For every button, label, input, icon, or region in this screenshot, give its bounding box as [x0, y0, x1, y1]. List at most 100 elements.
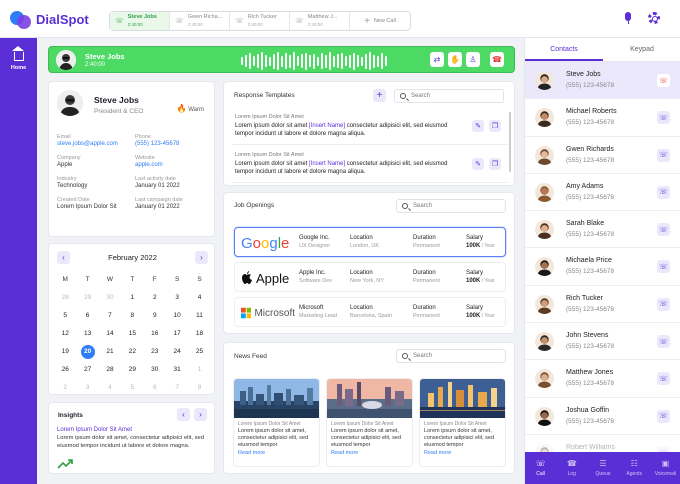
calendar-day[interactable]: 4: [188, 290, 210, 305]
calendar-day[interactable]: 7: [99, 308, 121, 323]
news-card[interactable]: Lorem Ipsum Dolor Sit Amet Lorem ipsum do…: [326, 378, 413, 467]
calendar-day[interactable]: 7: [166, 380, 188, 395]
detail-value[interactable]: (555) 123-45678: [135, 141, 207, 147]
job-row[interactable]: Apple Apple Inc. Software Dev Location New Y…: [234, 262, 506, 292]
calendar-day[interactable]: 18: [188, 326, 210, 341]
call-button[interactable]: ☏: [657, 409, 670, 423]
news-card[interactable]: Lorem Ipsum Dolor Sit Amet Lorem ipsum do…: [233, 378, 320, 467]
calendar-day[interactable]: 29: [76, 290, 98, 305]
contact-item[interactable]: John Stevens (555) 123-45678 ☏: [525, 323, 680, 361]
call-button[interactable]: ☏: [657, 185, 670, 199]
add-template-button[interactable]: +: [373, 89, 386, 102]
contact-item[interactable]: Matthew Jones (555) 123-45678 ☏: [525, 360, 680, 398]
call-button[interactable]: ☏: [657, 111, 670, 125]
calendar-day[interactable]: 2: [144, 290, 166, 305]
nav-item-agents[interactable]: ☷ Agents: [619, 452, 650, 484]
tab-contacts[interactable]: Contacts: [525, 38, 603, 61]
calendar-day[interactable]: 6: [144, 380, 166, 395]
calendar-day[interactable]: 5: [54, 308, 76, 323]
calendar-day[interactable]: 3: [166, 290, 188, 305]
end-call-button[interactable]: ☏: [657, 74, 670, 87]
contact-item[interactable]: Sarah Blake (555) 123-45678 ☏: [525, 211, 680, 249]
calendar-day[interactable]: 30: [144, 362, 166, 377]
read-more-link[interactable]: Read more: [420, 450, 505, 456]
job-row[interactable]: Microsoft Microsoft Marketing Lead Location…: [234, 297, 506, 327]
new-call-button[interactable]: + New Call: [350, 12, 410, 30]
calendar-day[interactable]: 5: [121, 380, 143, 395]
call-button[interactable]: ☏: [657, 223, 670, 237]
call-button[interactable]: ☏: [657, 335, 670, 349]
calendar-day[interactable]: 9: [144, 308, 166, 323]
call-tab[interactable]: ☏ Steve Jobs 2:40:00: [110, 12, 170, 30]
calendar-day[interactable]: 17: [166, 326, 188, 341]
insights-next-button[interactable]: ›: [194, 408, 207, 421]
calendar-day[interactable]: 3: [76, 380, 98, 395]
calendar-day[interactable]: 16: [144, 326, 166, 341]
calendar-day[interactable]: 28: [99, 362, 121, 377]
scrollbar[interactable]: [509, 112, 511, 172]
detail-value[interactable]: steve.jobs@apple.com: [57, 141, 135, 147]
read-more-link[interactable]: Read more: [327, 450, 412, 456]
contact-item[interactable]: Rich Tucker (555) 123-45678 ☏: [525, 286, 680, 324]
contact-item[interactable]: Steve Jobs (555) 123-45678 ☏: [525, 62, 680, 100]
calendar-day[interactable]: 14: [99, 326, 121, 341]
calendar-day[interactable]: 13: [76, 326, 98, 341]
calendar-day[interactable]: 2: [54, 380, 76, 395]
nav-item-log[interactable]: ☎ Log: [556, 452, 587, 484]
calendar-day[interactable]: 28: [54, 290, 76, 305]
calendar-day[interactable]: 12: [54, 326, 76, 341]
nav-item-voicemail[interactable]: ▣ Voicemail: [650, 452, 680, 484]
calendar-day[interactable]: 11: [188, 308, 210, 323]
tab-keypad[interactable]: Keypad: [603, 38, 680, 61]
contact-item[interactable]: Michael Roberts (555) 123-45678 ☏: [525, 99, 680, 137]
call-button[interactable]: ☏: [657, 372, 670, 386]
calendar-day[interactable]: 27: [76, 362, 98, 377]
nav-item-queue[interactable]: ☰ Queue: [587, 452, 618, 484]
calendar-day[interactable]: 4: [99, 380, 121, 395]
calendar-day[interactable]: 1: [188, 362, 210, 377]
contact-item[interactable]: Joshua Goffin (555) 123-45678 ☏: [525, 398, 680, 435]
calendar-day[interactable]: 1: [121, 290, 143, 305]
copy-template-button[interactable]: ❐: [489, 120, 501, 132]
calendar-day[interactable]: 30: [99, 290, 121, 305]
call-tab[interactable]: ☏ Rich Tucker 2:40:00: [230, 12, 290, 30]
calendar-day[interactable]: 15: [121, 326, 143, 341]
contact-item[interactable]: Gwen Richards (555) 123-45678 ☏: [525, 137, 680, 174]
settings-gear-icon[interactable]: [648, 12, 660, 24]
calendar-day[interactable]: 25: [188, 344, 210, 359]
sidebar-item-home[interactable]: Home: [0, 46, 37, 71]
microphone-icon[interactable]: [624, 12, 632, 24]
calendar-day[interactable]: 6: [76, 308, 98, 323]
insights-prev-button[interactable]: ‹: [177, 408, 190, 421]
contact-item[interactable]: Michaela Price (555) 123-45678 ☏: [525, 248, 680, 286]
calendar-day[interactable]: 20: [76, 344, 98, 359]
call-button[interactable]: ☏: [657, 260, 670, 274]
calendar-day[interactable]: 19: [54, 344, 76, 359]
edit-template-button[interactable]: ✎: [472, 158, 484, 170]
calendar-day[interactable]: 8: [121, 308, 143, 323]
copy-template-button[interactable]: ❐: [489, 158, 501, 170]
contact-item[interactable]: Amy Adams (555) 123-45678 ☏: [525, 174, 680, 212]
call-button[interactable]: ☏: [657, 297, 670, 311]
edit-template-button[interactable]: ✎: [472, 120, 484, 132]
call-tab[interactable]: ☏ Gwen Richa... 2:40:00: [170, 12, 230, 30]
news-card[interactable]: Lorem Ipsum Dolor Sit Amet Lorem ipsum do…: [419, 378, 506, 467]
nav-item-call[interactable]: ☏ Call: [525, 452, 556, 484]
calendar-day[interactable]: 8: [188, 380, 210, 395]
detail-value[interactable]: apple.com: [135, 162, 207, 168]
read-more-link[interactable]: Read more: [234, 450, 319, 456]
person-button[interactable]: ♙: [466, 52, 480, 67]
end-call-button[interactable]: ☎: [490, 52, 504, 67]
transfer-button[interactable]: ⇄: [430, 52, 444, 67]
calendar-day[interactable]: 29: [121, 362, 143, 377]
templates-search-input[interactable]: Search: [394, 89, 504, 103]
calendar-day[interactable]: 31: [166, 362, 188, 377]
calendar-day[interactable]: 26: [54, 362, 76, 377]
calendar-day[interactable]: 24: [166, 344, 188, 359]
jobs-search-input[interactable]: Search: [396, 199, 506, 213]
calendar-day[interactable]: 10: [166, 308, 188, 323]
calendar-day[interactable]: 23: [144, 344, 166, 359]
calendar-day[interactable]: 21: [99, 344, 121, 359]
calendar-day[interactable]: 22: [121, 344, 143, 359]
call-button[interactable]: ☏: [657, 148, 670, 162]
